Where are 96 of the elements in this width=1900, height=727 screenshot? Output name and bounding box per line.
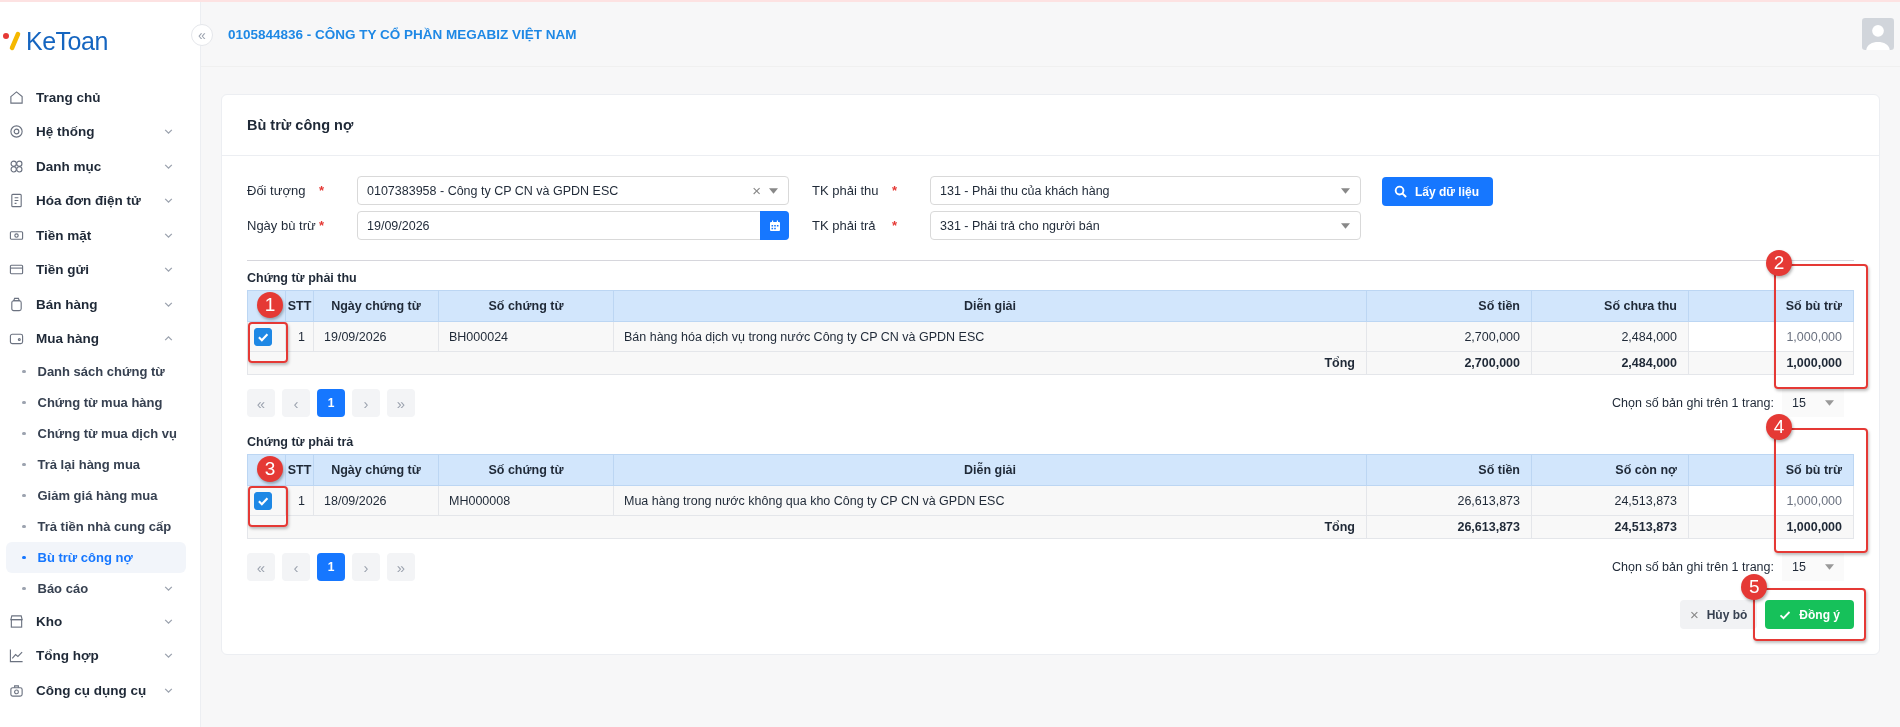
page-button[interactable]: 1 bbox=[317, 389, 345, 417]
sidebar-item[interactable]: Bán hàng bbox=[0, 287, 200, 322]
company-title: 0105844836 - CÔNG TY CỔ PHẦN MEGABIZ VIỆT NAM bbox=[228, 26, 577, 42]
store-icon bbox=[9, 613, 24, 629]
page-size-label: Chọn số bản ghi trên 1 trang: bbox=[1612, 560, 1774, 574]
required-mark: * bbox=[891, 218, 899, 233]
callout-badge: 2 bbox=[1766, 250, 1792, 276]
sidebar-item[interactable]: Trang chủ bbox=[0, 80, 200, 115]
sidebar-subitem[interactable]: Trả tiền nhà cung cấp bbox=[6, 511, 186, 542]
field-label: TK phải trả bbox=[812, 218, 877, 233]
page-button[interactable]: 1 bbox=[317, 553, 345, 581]
table-cell: MH000008 bbox=[438, 485, 614, 516]
grid-icon bbox=[9, 158, 24, 174]
required-mark: * bbox=[891, 183, 899, 198]
column-header: Số tiền bbox=[1366, 290, 1532, 322]
sidebar-subitem[interactable]: Báo cáo bbox=[6, 573, 186, 604]
column-header: STT bbox=[285, 290, 314, 322]
fetch-data-button[interactable]: Lấy dữ liệu bbox=[1382, 177, 1494, 206]
receipt-icon bbox=[9, 193, 24, 209]
table-cell: 19/09/2026 bbox=[313, 321, 439, 352]
home-icon bbox=[9, 89, 24, 105]
table-cell: Mua hàng trong nước không qua kho Công ty CP CN và GPDN ESC bbox=[613, 485, 1367, 516]
card-title: Bù trừ công nợ bbox=[222, 95, 1879, 156]
input-field[interactable]: 0107383958 - Công ty CP CN và GPDN ESC × bbox=[357, 176, 789, 205]
table-cell: BH000024 bbox=[438, 321, 614, 352]
column-header: Số chứng từ bbox=[438, 454, 614, 486]
total-label: Tổng bbox=[247, 515, 1367, 539]
sidebar-subitem[interactable]: Bù trừ công nợ bbox=[6, 542, 186, 573]
table-cell: 2,484,000 bbox=[1531, 321, 1689, 352]
column-header: Số bù trừ bbox=[1688, 454, 1854, 486]
total-cell: 26,613,873 bbox=[1366, 515, 1532, 539]
table-cell: 24,513,873 bbox=[1531, 485, 1689, 516]
column-header: Diễn giải bbox=[613, 290, 1367, 322]
field-label: Ngày bù trừ bbox=[247, 218, 317, 233]
total-cell: 2,700,000 bbox=[1366, 351, 1532, 375]
sidebar-item[interactable]: Tiền gửi bbox=[0, 252, 200, 287]
sidebar-subitem[interactable]: Trả lại hàng mua bbox=[6, 449, 186, 480]
sidebar-item[interactable]: Mua hàng bbox=[0, 321, 200, 356]
table-cell: 26,613,873 bbox=[1366, 485, 1532, 516]
table-cell: 18/09/2026 bbox=[313, 485, 439, 516]
column-header: STT bbox=[285, 454, 314, 486]
logo-mark-icon bbox=[2, 31, 22, 51]
field-label: Đối tượng bbox=[247, 183, 307, 198]
caret-icon bbox=[1825, 564, 1834, 570]
logo-text: KeToan bbox=[26, 26, 108, 56]
caret-icon bbox=[1341, 222, 1350, 229]
sidebar-item[interactable]: Tổng hợp bbox=[0, 638, 200, 673]
row-checkbox[interactable] bbox=[254, 327, 272, 346]
cancel-button[interactable]: × Hủy bỏ bbox=[1679, 600, 1758, 629]
input-field[interactable]: 131 - Phải thu của khách hàng bbox=[930, 176, 1361, 205]
column-header: Số chứng từ bbox=[438, 290, 614, 322]
sidebar-subitem[interactable]: Chứng từ mua dịch vụ bbox=[6, 418, 186, 449]
sidebar-item[interactable]: Kho bbox=[0, 604, 200, 639]
table-cell: Bán hàng hóa dịch vụ trong nước Công ty CP CN và GPDN ESC bbox=[613, 321, 1367, 352]
field-label: TK phải thu bbox=[812, 183, 880, 198]
sidebar-item[interactable]: Danh mục bbox=[0, 149, 200, 184]
clear-icon[interactable]: × bbox=[752, 182, 761, 199]
sidebar-subitem[interactable]: Giảm giá hàng mua bbox=[6, 480, 186, 511]
column-header: Số chưa thu bbox=[1531, 290, 1689, 322]
calendar-button[interactable] bbox=[760, 211, 789, 240]
sidebar-item[interactable]: Hóa đơn điện tử bbox=[0, 183, 200, 218]
column-header: Số còn nợ bbox=[1531, 454, 1689, 486]
sidebar-item[interactable]: Công cụ dụng cụ bbox=[0, 673, 200, 708]
callout-badge: 4 bbox=[1766, 414, 1792, 440]
sidebar-item[interactable]: Tiền mặt bbox=[0, 218, 200, 253]
row-checkbox[interactable] bbox=[254, 491, 272, 510]
column-header: Ngày chứng từ bbox=[313, 454, 439, 486]
total-cell: 24,513,873 bbox=[1531, 515, 1689, 539]
input-field[interactable]: 19/09/2026 bbox=[357, 211, 789, 240]
column-header: Diễn giải bbox=[613, 454, 1367, 486]
sidebar-item[interactable]: Hệ thống bbox=[0, 114, 200, 149]
total-label: Tổng bbox=[247, 351, 1367, 375]
chart-icon bbox=[9, 648, 24, 664]
section-title: Chứng từ phải trả bbox=[247, 435, 354, 449]
caret-icon bbox=[1825, 400, 1834, 406]
search-icon bbox=[1394, 185, 1407, 198]
column-header: Ngày chứng từ bbox=[313, 290, 439, 322]
caret-icon bbox=[769, 187, 778, 194]
sidebar-subitem[interactable]: Danh sách chứng từ bbox=[6, 356, 186, 387]
input-field[interactable]: 331 - Phải trả cho người bán bbox=[930, 211, 1361, 240]
total-cell: 2,484,000 bbox=[1531, 351, 1689, 375]
page-size-select[interactable]: 15 bbox=[1782, 389, 1844, 417]
page-size-label: Chọn số bản ghi trên 1 trang: bbox=[1612, 396, 1774, 410]
bag-icon bbox=[9, 296, 24, 312]
calendar-icon bbox=[768, 219, 781, 232]
table-cell: 2,700,000 bbox=[1366, 321, 1532, 352]
sidebar-subitem[interactable]: Chứng từ mua hàng bbox=[6, 387, 186, 418]
required-mark: * bbox=[318, 183, 326, 198]
section-title: Chứng từ phải thu bbox=[247, 271, 357, 285]
callout-badge: 5 bbox=[1741, 574, 1768, 600]
required-mark: * bbox=[318, 218, 326, 233]
column-header: Số bù trừ bbox=[1688, 290, 1854, 322]
caret-icon bbox=[1341, 187, 1350, 194]
wallet-icon bbox=[9, 331, 24, 347]
page-size-select[interactable]: 15 bbox=[1782, 553, 1844, 581]
column-header: Số tiền bbox=[1366, 454, 1532, 486]
